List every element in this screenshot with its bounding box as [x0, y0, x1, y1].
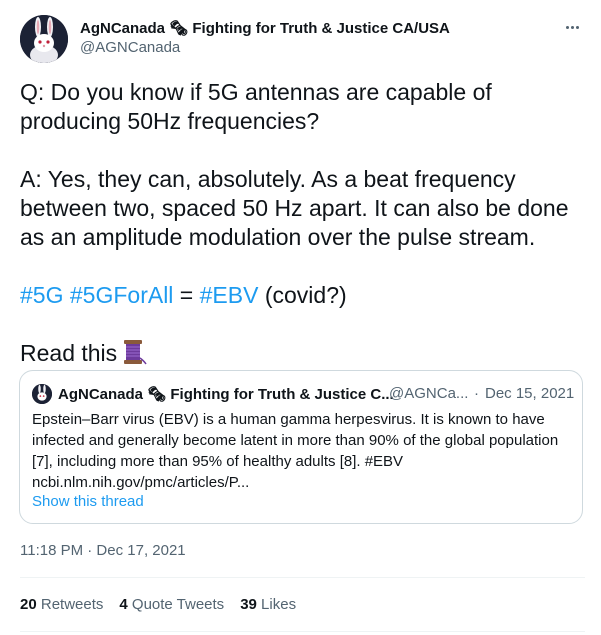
covid-text: (covid?) [258, 282, 347, 308]
more-options-icon[interactable] [560, 18, 584, 36]
tweet-timestamp[interactable]: 11:18 PM · Dec 17, 2021 [20, 542, 186, 559]
likes-count: 39 [240, 596, 257, 613]
tweet-line: Q: Do you know if 5G antennas are capabl… [20, 79, 492, 105]
tweet-line: between two, spaced 50 Hz apart. It can … [20, 195, 569, 221]
tweet-line: A: Yes, they can, absolutely. As a beat … [20, 166, 516, 192]
quote-tweets-count: 4 [119, 596, 128, 613]
white-rabbit-avatar-icon [32, 384, 52, 404]
equals-text: = [173, 282, 200, 308]
author-handle[interactable]: @AGNCanada [80, 39, 180, 56]
likes-stat[interactable]: 39 Likes [240, 596, 296, 613]
hashtag-5g[interactable]: #5G [20, 282, 63, 308]
hashtag-ebv[interactable]: #EBV [200, 282, 259, 308]
quoted-line: infected and generally become latent in … [32, 432, 559, 449]
read-this-line: Read this [20, 339, 585, 372]
quote-tweets-label: Quote Tweets [131, 596, 225, 613]
likes-label: Likes [261, 596, 297, 613]
tweet-line: as an amplitude modulation over the puls… [20, 224, 536, 250]
quoted-line: Epstein–Barr virus (EBV) is a human gamm… [32, 411, 545, 428]
quoted-tweet[interactable]: AgNCanada 🗞 Fighting for Truth & Justice… [19, 370, 583, 524]
quoted-display-name: AgNCanada 🗞 Fighting for Truth & Justice… [58, 386, 394, 403]
read-this-text: Read this [20, 340, 118, 366]
quoted-link: ncbi.nlm.nih.gov/pmc/articles/P... [32, 474, 250, 491]
quote-tweets-stat[interactable]: 4 Quote Tweets [119, 596, 224, 613]
white-rabbit-avatar-icon [20, 15, 68, 63]
hashtag-line: #5G #5GForAll = #EBV (covid?) [20, 281, 585, 310]
tweet-line: producing 50Hz frequencies? [20, 108, 320, 134]
quoted-avatar[interactable] [32, 384, 52, 404]
divider [20, 631, 585, 632]
engagement-stats: 20 Retweets 4 Quote Tweets 39 Likes [20, 596, 312, 613]
tweet-card: AgNCanada 🗞 Fighting for Truth & Justice… [0, 0, 601, 635]
quoted-text: Epstein–Barr virus (EBV) is a human gamm… [32, 409, 572, 493]
retweets-count: 20 [20, 596, 37, 613]
tweet-text: Q: Do you know if 5G antennas are capabl… [20, 78, 585, 372]
retweets-label: Retweets [40, 596, 104, 613]
quoted-handle: @AGNCa... [389, 385, 469, 402]
separator-dot: · [474, 385, 479, 402]
quoted-date[interactable]: Dec 15, 2021 [485, 385, 574, 402]
quoted-line: [7], including more than 95% of healthy … [32, 453, 404, 470]
show-thread-link[interactable]: Show this thread [32, 493, 144, 510]
avatar[interactable] [20, 15, 68, 63]
hashtag-5gforall[interactable]: #5GForAll [70, 282, 174, 308]
retweets-stat[interactable]: 20 Retweets [20, 596, 103, 613]
divider [20, 577, 585, 578]
thread-spool-icon [121, 339, 147, 372]
author-display-name[interactable]: AgNCanada 🗞 Fighting for Truth & Justice… [80, 19, 450, 37]
